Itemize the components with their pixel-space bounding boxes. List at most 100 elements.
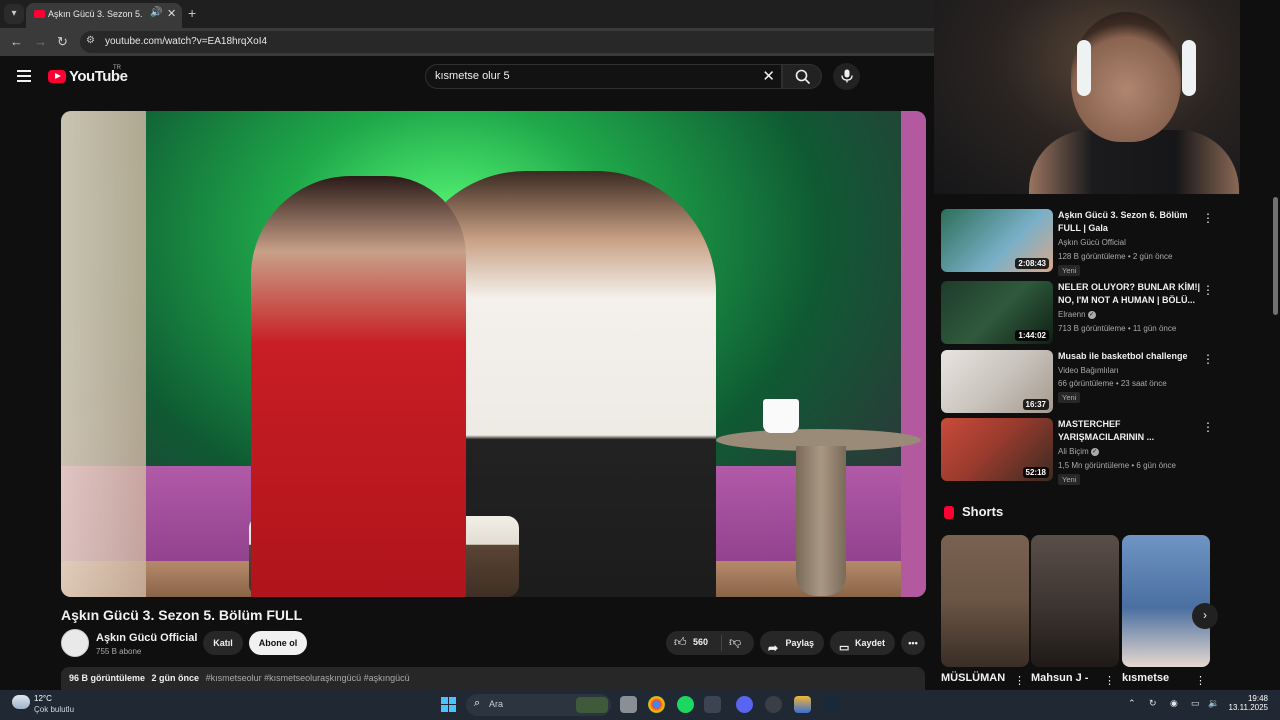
more-actions-button[interactable]: •••: [901, 631, 925, 655]
description-box[interactable]: 96 B görüntüleme 2 gün önce #kısmetseolu…: [61, 667, 925, 690]
recommendation-item[interactable]: 52:18 MASTERCHEF YARIŞMACILARININ ... Al…: [940, 418, 1230, 485]
dislike-icon[interactable]: 👎︎: [729, 635, 741, 650]
recommendation-channel[interactable]: Ali Biçim ✓: [1058, 447, 1099, 456]
view-count: 96 B görüntüleme: [69, 673, 146, 683]
voice-search-button[interactable]: [833, 63, 860, 90]
clear-search-icon[interactable]: ✕: [762, 67, 775, 85]
scene-right-wall: [901, 111, 926, 597]
discord-icon[interactable]: [736, 696, 753, 713]
speaker-icon[interactable]: 🔊: [150, 7, 162, 18]
share-button[interactable]: ➦ Paylaş: [760, 631, 824, 655]
terminal-icon[interactable]: [704, 696, 721, 713]
kebab-icon[interactable]: ⋮: [1202, 420, 1214, 434]
save-button[interactable]: ▭ Kaydet: [830, 631, 895, 655]
search-input[interactable]: kısmetse olur 5 ✕: [425, 64, 782, 89]
task-view-icon[interactable]: [620, 696, 637, 713]
recommendation-thumbnail[interactable]: 52:18: [941, 418, 1053, 481]
subscribe-button[interactable]: Abone ol: [249, 631, 307, 655]
tab-list-dropdown[interactable]: ▾: [4, 4, 24, 24]
kebab-icon[interactable]: ⋮: [1104, 674, 1115, 687]
search-query: kısmetse olur 5: [435, 70, 510, 82]
volume-icon[interactable]: 🔉: [1208, 698, 1219, 709]
channel-label: Elraenn: [1058, 310, 1086, 319]
kebab-icon[interactable]: ⋮: [1014, 674, 1025, 687]
weather-condition[interactable]: Çok bulutlu: [34, 705, 74, 714]
site-info-icon[interactable]: ⚙: [86, 35, 95, 46]
mic-icon: [841, 69, 853, 83]
like-icon[interactable]: 👍︎: [674, 635, 687, 650]
close-tab-icon[interactable]: ✕: [167, 7, 176, 20]
kebab-icon[interactable]: ⋮: [1202, 352, 1214, 366]
weather-temperature[interactable]: 12°C: [34, 694, 52, 703]
sidebar-scrollbar[interactable]: [1272, 195, 1280, 690]
new-badge: Yeni: [1058, 474, 1081, 485]
recommendation-title[interactable]: NELER OLUYOR? BUNLAR KİM!| NO, I'M NOT A…: [1058, 281, 1200, 307]
recommendation-item[interactable]: 2:08:43 Aşkın Gücü 3. Sezon 6. Bölüm FUL…: [940, 209, 1230, 276]
short-title[interactable]: Mahsun J -: [1031, 672, 1088, 684]
channel-label: Ali Biçim: [1058, 447, 1089, 456]
video-player[interactable]: [61, 111, 926, 597]
location-icon[interactable]: ◉: [1170, 698, 1178, 709]
recommendation-title[interactable]: MASTERCHEF YARIŞMACILARININ ...: [1058, 418, 1200, 444]
search-icon: ⌕: [474, 697, 481, 709]
short-thumbnail[interactable]: [1031, 535, 1119, 667]
recommendation-title[interactable]: Musab ile basketbol challenge: [1058, 350, 1200, 363]
browser-tab-active[interactable]: Aşkın Gücü 3. Sezon 5. Bölüm FULL 🔊 ✕: [26, 3, 182, 28]
recommendation-meta: 1,5 Mn görüntüleme • 6 gün önce: [1058, 461, 1176, 470]
headphone-right: [1182, 40, 1196, 96]
windows-start-icon[interactable]: [441, 697, 456, 712]
reload-icon[interactable]: ↻: [57, 34, 68, 50]
chevron-up-icon[interactable]: ⌃: [1128, 698, 1136, 709]
scrollbar-thumb[interactable]: [1273, 197, 1278, 315]
back-arrow-icon[interactable]: ←: [10, 34, 23, 49]
short-title[interactable]: MÜSLÜMAN: [941, 672, 1005, 684]
short-thumbnail[interactable]: [941, 535, 1029, 667]
cloud-icon[interactable]: [12, 695, 30, 709]
sync-icon[interactable]: ↻: [1149, 698, 1157, 709]
recommendation-thumbnail[interactable]: 1:44:02: [941, 281, 1053, 344]
kebab-icon[interactable]: ⋮: [1195, 674, 1206, 687]
recommendation-channel[interactable]: Elraenn ✓: [1058, 310, 1096, 319]
network-icon[interactable]: ▭: [1191, 698, 1200, 709]
recommendation-meta: 713 B görüntüleme • 11 gün önce: [1058, 324, 1177, 333]
clock-time: 19:48: [1247, 694, 1268, 703]
steam-icon[interactable]: [823, 696, 840, 713]
recommendation-title[interactable]: Aşkın Gücü 3. Sezon 6. Bölüm FULL | Gala: [1058, 209, 1200, 235]
channel-name[interactable]: Aşkın Gücü Official: [96, 632, 197, 644]
app-icon[interactable]: [765, 696, 782, 713]
kebab-icon[interactable]: ⋮: [1202, 211, 1214, 225]
join-button[interactable]: Katıl: [203, 631, 243, 655]
app-icon[interactable]: [794, 696, 811, 713]
forward-arrow-icon[interactable]: →: [34, 34, 47, 49]
spotify-icon[interactable]: [677, 696, 694, 713]
recommendation-thumbnail[interactable]: 2:08:43: [941, 209, 1053, 272]
short-title[interactable]: kısmetse: [1122, 672, 1169, 684]
menu-icon[interactable]: [17, 70, 31, 82]
chevron-right-icon[interactable]: ›: [1192, 603, 1218, 629]
recommendation-channel[interactable]: Video Bağımlıları: [1058, 366, 1119, 375]
system-clock[interactable]: 19:48 13.11.2025: [1228, 694, 1268, 712]
channel-avatar[interactable]: [61, 629, 89, 657]
kebab-icon[interactable]: ⋮: [1202, 283, 1214, 297]
share-label: Paylaş: [785, 638, 814, 648]
recommendation-meta: 66 görüntüleme • 23 saat önce: [1058, 379, 1167, 388]
recommendation-thumbnail[interactable]: 16:37: [941, 350, 1053, 413]
new-badge: Yeni: [1058, 265, 1081, 276]
youtube-favicon-icon: [34, 10, 45, 18]
address-bar[interactable]: ⚙ youtube.com/watch?v=EA18hrqXoI4: [80, 31, 934, 53]
clock-date: 13.11.2025: [1228, 703, 1268, 712]
short-thumbnail[interactable]: [1122, 535, 1210, 667]
new-tab-button[interactable]: +: [188, 5, 196, 21]
recommendation-channel[interactable]: Aşkın Gücü Official: [1058, 238, 1126, 247]
search-button[interactable]: [782, 64, 822, 89]
verified-check-icon: ✓: [1087, 310, 1096, 319]
chrome-icon[interactable]: [648, 696, 665, 713]
verified-check-icon: ✓: [1090, 447, 1099, 456]
hashtags[interactable]: #kısmetseolur #kısmetseoluraşkıngücü #aş…: [206, 673, 410, 683]
taskbar-search-input[interactable]: ⌕ Ara: [466, 694, 611, 716]
recommendation-item[interactable]: 16:37 Musab ile basketbol challenge Vide…: [940, 350, 1230, 416]
like-count[interactable]: 560: [693, 637, 708, 647]
recommendation-item[interactable]: 1:44:02 NELER OLUYOR? BUNLAR KİM!| NO, I…: [940, 281, 1230, 347]
duration-badge: 16:37: [1022, 399, 1049, 410]
scene-cup: [763, 399, 799, 433]
